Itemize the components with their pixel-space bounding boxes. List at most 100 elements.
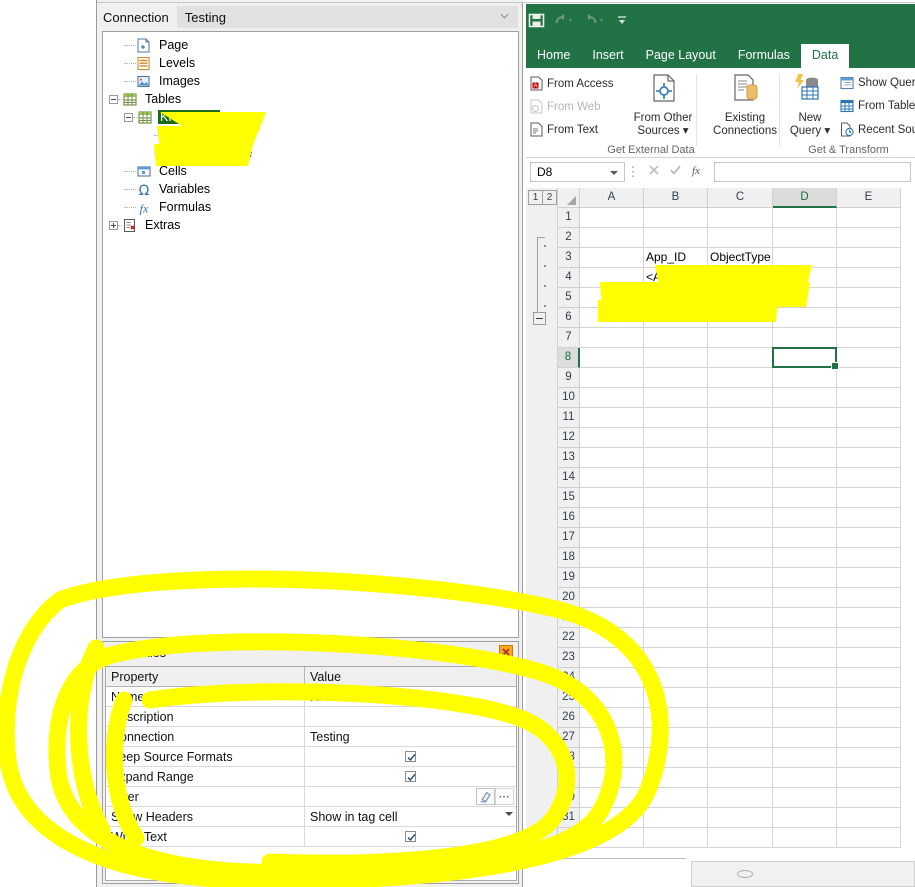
cell-D19[interactable]	[773, 568, 837, 588]
cell-E28[interactable]	[837, 748, 901, 768]
cell-B26[interactable]	[644, 708, 708, 728]
cell-E20[interactable]	[837, 588, 901, 608]
redo-icon[interactable]	[585, 13, 607, 28]
cell-E6[interactable]	[837, 308, 901, 328]
cell-B4[interactable]: <App_ID>	[644, 268, 708, 288]
cell-B22[interactable]	[644, 628, 708, 648]
cell-A23[interactable]	[580, 648, 644, 668]
property-row[interactable]: Expand Range	[106, 767, 516, 787]
cell-D27[interactable]	[773, 728, 837, 748]
cell-C14[interactable]	[708, 468, 773, 488]
cell-C19[interactable]	[708, 568, 773, 588]
row-header-12[interactable]: 12	[558, 428, 580, 448]
eraser-icon[interactable]	[476, 788, 495, 805]
cell-D25[interactable]	[773, 688, 837, 708]
select-all-corner[interactable]	[558, 188, 580, 208]
cell-D6[interactable]	[773, 308, 837, 328]
from-other-sources-button[interactable]: From Other Sources ▾	[626, 73, 700, 138]
cell-B1[interactable]	[644, 208, 708, 228]
cell-D15[interactable]	[773, 488, 837, 508]
property-row[interactable]: Show HeadersShow in tag cell	[106, 807, 516, 827]
cell-B31[interactable]	[644, 808, 708, 828]
tree-item-extras[interactable]: Extras	[103, 216, 518, 234]
row-header-14[interactable]: 14	[558, 468, 580, 488]
cell-C17[interactable]	[708, 528, 773, 548]
cell-C16[interactable]	[708, 508, 773, 528]
property-row[interactable]: Description	[106, 707, 516, 727]
cell-E18[interactable]	[837, 548, 901, 568]
cell-A15[interactable]	[580, 488, 644, 508]
property-row[interactable]: Keep Source Formats	[106, 747, 516, 767]
cell-D20[interactable]	[773, 588, 837, 608]
tree-item-variables[interactable]: ΩVariables	[103, 180, 518, 198]
cell-E2[interactable]	[837, 228, 901, 248]
row-header-4[interactable]: 4	[558, 268, 580, 288]
cell-E30[interactable]	[837, 788, 901, 808]
cell-C32[interactable]	[708, 828, 773, 848]
cell-C10[interactable]	[708, 388, 773, 408]
cell-area[interactable]: App_IDObjectType<App_ID><ObjectType>	[580, 208, 901, 848]
property-value-cell[interactable]: ⋯	[305, 787, 516, 806]
more-options-button[interactable]: ⋯	[495, 788, 514, 805]
cell-A24[interactable]	[580, 668, 644, 688]
tree-item-objecttype[interactable]: ObjectType	[103, 144, 518, 162]
property-row[interactable]: ConnectionTesting	[106, 727, 516, 747]
row-header-19[interactable]: 19	[558, 568, 580, 588]
checkbox-checked-icon[interactable]	[405, 751, 416, 762]
chevron-down-icon[interactable]	[505, 812, 513, 816]
tree-item-page[interactable]: Page	[103, 36, 518, 54]
property-value-cell[interactable]: KPJWYsP	[305, 687, 516, 706]
row-header-28[interactable]: 28	[558, 748, 580, 768]
cell-B23[interactable]	[644, 648, 708, 668]
property-value-cell[interactable]	[305, 707, 516, 726]
row-header-25[interactable]: 25	[558, 688, 580, 708]
cell-C21[interactable]	[708, 608, 773, 628]
cell-E15[interactable]	[837, 488, 901, 508]
row-header-20[interactable]: 20	[558, 588, 580, 608]
cell-C26[interactable]	[708, 708, 773, 728]
cell-C20[interactable]	[708, 588, 773, 608]
cell-E29[interactable]	[837, 768, 901, 788]
cell-D7[interactable]	[773, 328, 837, 348]
cell-E31[interactable]	[837, 808, 901, 828]
cell-B13[interactable]	[644, 448, 708, 468]
tab-formulas[interactable]: Formulas	[727, 44, 801, 68]
cell-E26[interactable]	[837, 708, 901, 728]
cell-D23[interactable]	[773, 648, 837, 668]
cell-B15[interactable]	[644, 488, 708, 508]
cell-C5[interactable]	[708, 288, 773, 308]
cell-B6[interactable]	[644, 308, 708, 328]
tab-home[interactable]: Home	[526, 44, 581, 68]
cell-B29[interactable]	[644, 768, 708, 788]
row-header-1[interactable]: 1	[558, 208, 580, 228]
cell-C6[interactable]	[708, 308, 773, 328]
cell-D1[interactable]	[773, 208, 837, 228]
tree-item-app-id[interactable]: App_ID	[103, 126, 518, 144]
property-row[interactable]: Filter⋯	[106, 787, 516, 807]
object-tree-panel[interactable]: PageLevelsImagesTablesKPJWYsPApp_IDObjec…	[102, 31, 519, 638]
cell-A30[interactable]	[580, 788, 644, 808]
cell-A26[interactable]	[580, 708, 644, 728]
show-queries-button[interactable]: Show Queries	[840, 76, 915, 90]
cell-A27[interactable]	[580, 728, 644, 748]
cell-E9[interactable]	[837, 368, 901, 388]
cell-B25[interactable]	[644, 688, 708, 708]
property-value-cell[interactable]: Testing	[305, 727, 516, 746]
row-header-8[interactable]: 8	[558, 348, 580, 368]
cell-A8[interactable]	[580, 348, 644, 368]
row-header-26[interactable]: 26	[558, 708, 580, 728]
cell-A28[interactable]	[580, 748, 644, 768]
cell-C18[interactable]	[708, 548, 773, 568]
cell-C13[interactable]	[708, 448, 773, 468]
cell-B7[interactable]	[644, 328, 708, 348]
close-icon[interactable]	[499, 645, 513, 659]
cell-E32[interactable]	[837, 828, 901, 848]
row-header-21[interactable]: 21	[558, 608, 580, 628]
cell-D24[interactable]	[773, 668, 837, 688]
cell-B28[interactable]	[644, 748, 708, 768]
undo-icon[interactable]	[554, 13, 576, 28]
row-header-16[interactable]: 16	[558, 508, 580, 528]
cell-D31[interactable]	[773, 808, 837, 828]
cell-A3[interactable]	[580, 248, 644, 268]
tab-data[interactable]: Data	[801, 44, 849, 68]
